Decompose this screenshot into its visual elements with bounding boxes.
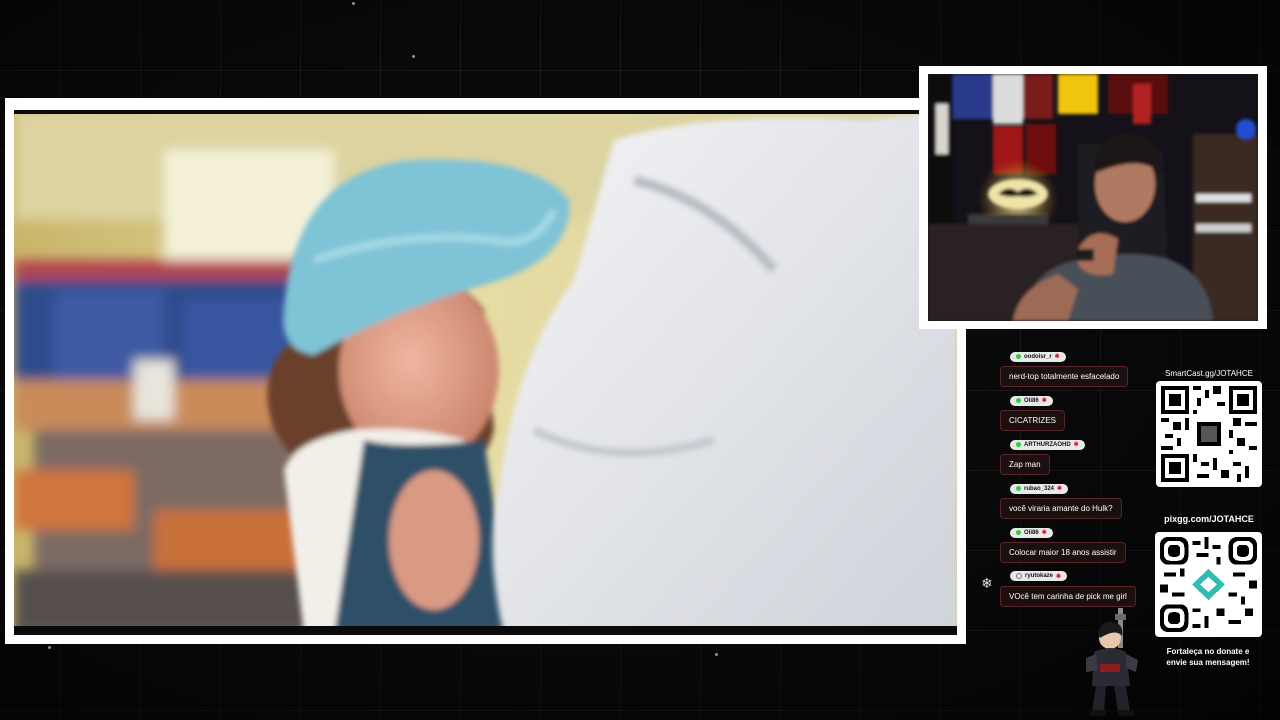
- badge-dot-icon: [1016, 486, 1021, 491]
- smartcast-label: SmartCast.gg/JOTAHCE: [1165, 369, 1253, 378]
- chat-user-badge: rubao_324 ✱: [1010, 483, 1069, 494]
- chat-message-text: CICATRIZES: [1000, 410, 1065, 431]
- badge-flag-icon: ✱: [1054, 354, 1060, 360]
- chat-message-text: nerd-top totalmente esfacelado: [1000, 366, 1129, 387]
- donate-cta-line1: Fortaleça no donate e: [1166, 647, 1250, 656]
- video-letterbox-bottom: [14, 626, 957, 635]
- smartcast-qr-code[interactable]: [1156, 381, 1262, 487]
- main-video[interactable]: [14, 110, 957, 635]
- webcam-feed: [928, 74, 1258, 321]
- chat-user-badge: ARTHURZAOHD ✱: [1010, 439, 1085, 450]
- chat-user-badge: Oli86 ✱: [1010, 527, 1053, 538]
- snowflake-icon: ❄: [981, 575, 993, 591]
- badge-dot-icon: [1016, 573, 1022, 579]
- chat-username: ryutokaze: [1025, 573, 1054, 579]
- chat-message-text: Colocar maior 18 anos assistir: [1000, 542, 1126, 563]
- badge-dot-icon: [1016, 442, 1021, 447]
- badge-dot-icon: [1016, 530, 1021, 535]
- chat-message: oodoisr_r ✱ nerd-top totalmente esfacelad…: [1000, 346, 1129, 387]
- chat-user-badge: ryutokaze ✱: [1010, 571, 1068, 581]
- chat-message: rubao_324 ✱ você viraria amante do Hulk?: [1000, 478, 1122, 519]
- badge-flag-icon: ✱: [1041, 530, 1047, 536]
- mascot-character: [1086, 608, 1138, 716]
- chat-message: ryutokaze ✱ VOcê tem carinha de pick me g…: [1000, 566, 1136, 607]
- background-speck: [412, 55, 415, 58]
- chat-user-badge: oodoisr_r ✱: [1010, 351, 1066, 362]
- chat-username: Oli86: [1024, 529, 1039, 536]
- chat-username: rubao_324: [1024, 485, 1055, 492]
- donate-cta-line2: envie sua mensagem!: [1166, 658, 1250, 667]
- badge-flag-icon: ✱: [1041, 398, 1047, 404]
- background-speck: [48, 646, 51, 649]
- chat-username: ARTHURZAOHD: [1024, 441, 1071, 448]
- badge-dot-icon: [1016, 398, 1021, 403]
- chat-username: oodoisr_r: [1024, 353, 1052, 360]
- chat-message: Oli86 ✱ CICATRIZES: [1000, 390, 1065, 431]
- badge-flag-icon: ✱: [1056, 573, 1062, 580]
- chat-message-text: Zap man: [1000, 454, 1050, 475]
- video-scene: [14, 110, 957, 635]
- qr-pattern: [1160, 537, 1257, 632]
- chat-message: ARTHURZAOHD ✱ Zap man: [1000, 434, 1085, 475]
- badge-dot-icon: [1016, 354, 1021, 359]
- badge-flag-icon: ✱: [1057, 486, 1063, 492]
- badge-flag-icon: ✱: [1073, 442, 1079, 448]
- chat-message-text: você viraria amante do Hulk?: [1000, 498, 1122, 519]
- chat-message-text: VOcê tem carinha de pick me girl: [1000, 586, 1136, 607]
- background-speck: [715, 653, 718, 656]
- background-speck: [352, 2, 355, 5]
- video-letterbox-top: [14, 110, 957, 114]
- pix-qr-code[interactable]: [1155, 532, 1262, 637]
- webcam-scene: [928, 74, 1258, 321]
- pix-label: pixgg.com/JOTAHCE: [1164, 514, 1254, 524]
- chat-user-badge: Oli86 ✱: [1010, 395, 1053, 406]
- webcam-frame: [919, 66, 1267, 329]
- qr-pattern: [1161, 386, 1257, 482]
- main-video-frame: [5, 98, 966, 644]
- chat-message: Oli86 ✱ Colocar maior 18 anos assistir: [1000, 522, 1126, 563]
- donate-cta: Fortaleça no donate e envie sua mensagem…: [1158, 646, 1258, 668]
- chat-username: Oli86: [1024, 397, 1039, 404]
